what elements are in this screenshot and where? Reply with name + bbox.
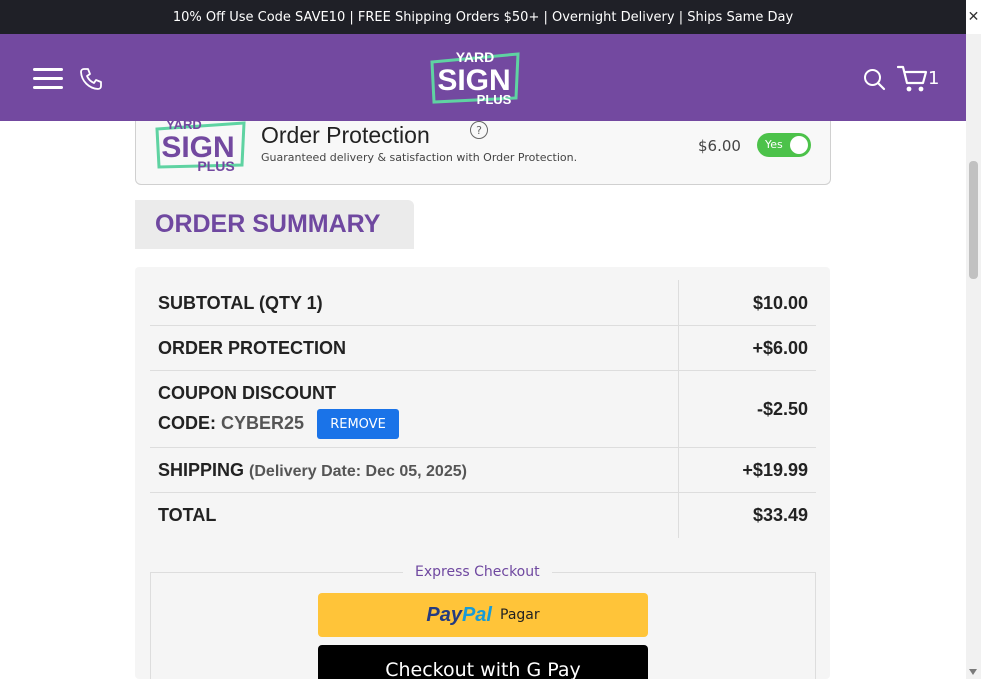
- summary-row-shipping: SHIPPING (Delivery Date: Dec 05, 2025) +…: [150, 448, 816, 493]
- paypal-logo-pay: Pay: [426, 603, 462, 626]
- delivery-date: (Delivery Date: Dec 05, 2025): [249, 463, 467, 480]
- cart-icon[interactable]: [897, 64, 929, 94]
- row-label: TOTAL: [158, 505, 217, 525]
- toggle-knob: [790, 136, 808, 154]
- scroll-down-icon[interactable]: [969, 669, 977, 675]
- search-icon[interactable]: [862, 67, 886, 91]
- google-pay-label: Checkout with G Pay: [385, 659, 581, 679]
- announcement-text: 10% Off Use Code SAVE10 | FREE Shipping …: [172, 9, 794, 25]
- order-protection-title: Order Protection: [261, 122, 430, 148]
- menu-icon[interactable]: [33, 68, 63, 90]
- remove-coupon-button[interactable]: REMOVE: [317, 409, 399, 439]
- order-summary-title: ORDER SUMMARY: [155, 210, 381, 238]
- page: 10% Off Use Code SAVE10 | FREE Shipping …: [0, 0, 981, 679]
- order-protection-subtitle: Guaranteed delivery & satisfaction with …: [261, 151, 578, 164]
- order-protection-price: $6.00: [698, 137, 741, 155]
- close-icon[interactable]: ✕: [966, 0, 981, 34]
- coupon-code-label: CODE:: [158, 413, 216, 433]
- site-header: YARD SIGN PLUS 1: [0, 34, 966, 121]
- row-label: COUPON DISCOUNT: [158, 383, 337, 403]
- row-value: $10.00: [752, 293, 808, 313]
- express-checkout-legend: Express Checkout: [403, 564, 552, 580]
- paypal-logo-pal: Pal: [461, 603, 492, 626]
- paypal-button[interactable]: Pay Pal Pagar: [318, 593, 648, 637]
- svg-text:PLUS: PLUS: [197, 158, 234, 173]
- shipping-label-line: SHIPPING (Delivery Date: Dec 05, 2025): [158, 460, 467, 481]
- summary-row-coupon: COUPON DISCOUNT CODE: CYBER25 REMOVE -$2…: [150, 371, 816, 448]
- cart-count-badge[interactable]: 1: [928, 68, 939, 89]
- row-value: -$2.50: [756, 399, 808, 419]
- row-label: SHIPPING: [158, 460, 245, 480]
- announcement-bar: 10% Off Use Code SAVE10 | FREE Shipping …: [0, 0, 966, 34]
- yard-sign-plus-logo-small: YARD SIGN PLUS: [155, 121, 246, 173]
- order-summary-table: SUBTOTAL (QTY 1) $10.00 ORDER PROTECTION…: [135, 267, 830, 679]
- paypal-button-label: Pagar: [500, 607, 540, 623]
- coupon-code: CYBER25: [221, 413, 305, 433]
- row-label: SUBTOTAL (QTY 1): [158, 293, 323, 313]
- summary-row-subtotal: SUBTOTAL (QTY 1) $10.00: [150, 280, 816, 326]
- help-icon[interactable]: ?: [470, 121, 488, 139]
- phone-icon[interactable]: [79, 67, 103, 91]
- yard-sign-plus-logo[interactable]: YARD SIGN PLUS: [428, 48, 522, 108]
- order-protection-toggle[interactable]: Yes: [757, 133, 811, 157]
- summary-row-protection: ORDER PROTECTION +$6.00: [150, 326, 816, 371]
- row-value: +$6.00: [752, 338, 808, 358]
- svg-text:YARD: YARD: [456, 49, 494, 65]
- page-scrollbar[interactable]: [966, 34, 981, 679]
- scrollbar-thumb[interactable]: [969, 161, 978, 279]
- row-value: +$19.99: [742, 460, 808, 480]
- coupon-code-line: CODE: CYBER25: [158, 413, 304, 434]
- svg-text:PLUS: PLUS: [477, 92, 512, 107]
- express-checkout-section: Express Checkout Pay Pal Pagar Checkout w…: [150, 564, 816, 679]
- order-protection-card: YARD SIGN PLUS Order Protection ? Guaran…: [135, 121, 831, 185]
- google-pay-button[interactable]: Checkout with G Pay: [318, 645, 648, 679]
- order-summary-heading: ORDER SUMMARY: [135, 200, 414, 249]
- toggle-label: Yes: [765, 138, 783, 151]
- row-value: $33.49: [752, 505, 808, 525]
- row-label: ORDER PROTECTION: [158, 338, 347, 358]
- summary-row-total: TOTAL $33.49: [150, 493, 816, 538]
